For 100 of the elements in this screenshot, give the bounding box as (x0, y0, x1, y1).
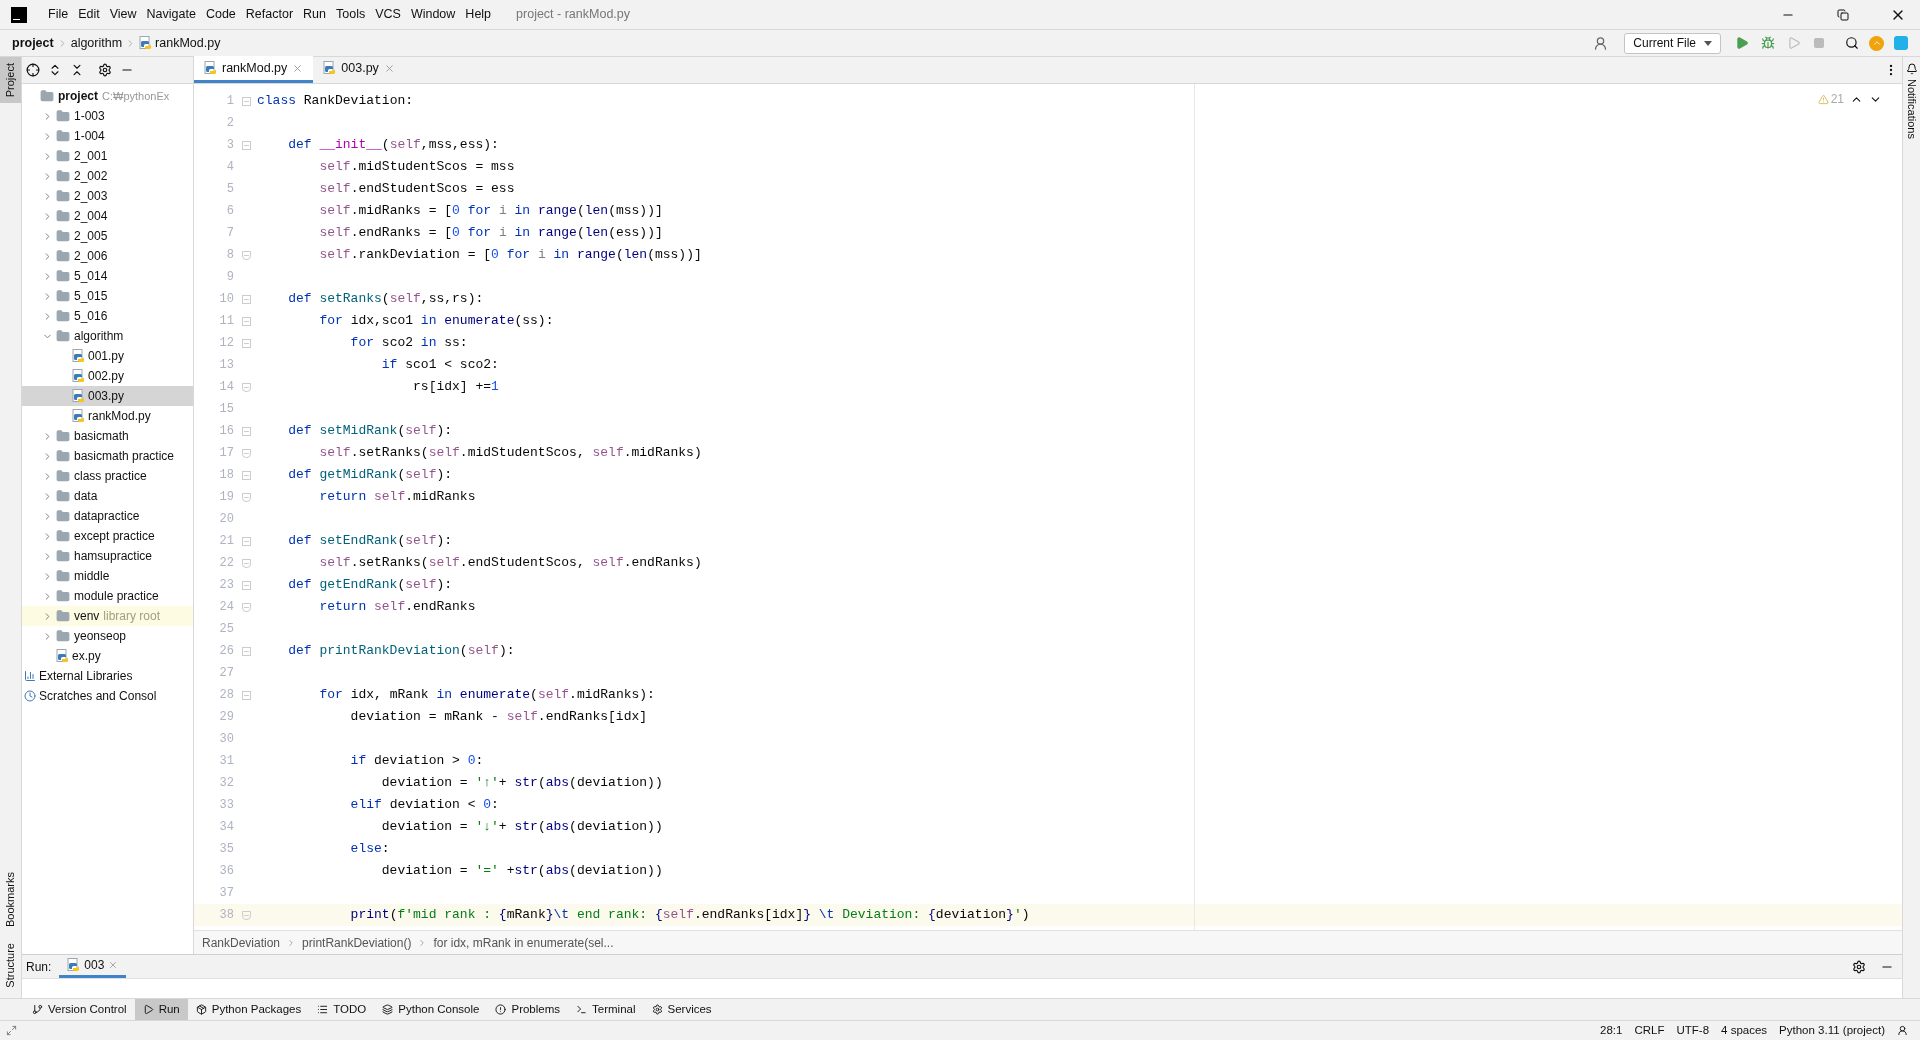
tree-item[interactable]: 2_004 (22, 206, 193, 226)
debug-icon[interactable] (1761, 36, 1775, 50)
breadcrumb-item[interactable]: project (12, 33, 54, 53)
code-breadcrumb[interactable]: printRankDeviation() (302, 933, 412, 952)
tree-item[interactable]: except practice (22, 526, 193, 546)
menu-item[interactable]: Refactor (240, 5, 299, 24)
menu-item[interactable]: Edit (73, 5, 105, 24)
run-config-dropdown[interactable]: Current File (1624, 32, 1721, 54)
fold-icon[interactable] (241, 536, 251, 546)
tree-item[interactable]: basicmath (22, 426, 193, 446)
tree-item[interactable]: 1-004 (22, 126, 193, 146)
menu-item[interactable]: Run (298, 5, 331, 24)
tree-item[interactable]: module practice (22, 586, 193, 606)
fold-icon[interactable] (241, 690, 251, 700)
fold-icon[interactable] (241, 338, 251, 348)
tool-window-button[interactable]: Problems (487, 998, 569, 1021)
user-icon[interactable] (1593, 35, 1609, 51)
status-item[interactable]: CRLF (1628, 1021, 1671, 1040)
settings-icon[interactable] (1852, 959, 1866, 974)
breadcrumb-item[interactable]: rankMod.py (155, 33, 221, 53)
status-item[interactable]: UTF-8 (1670, 1021, 1716, 1040)
tree-root[interactable]: project C:₩pythonEx (22, 86, 193, 106)
tree-item[interactable]: 5_015 (22, 286, 193, 306)
tree-item[interactable]: ex.py (22, 646, 193, 666)
fold-end-icon[interactable] (241, 250, 251, 260)
tree-item[interactable]: 1-003 (22, 106, 193, 126)
tool-window-tab[interactable]: Structure (0, 939, 21, 992)
warning-icon[interactable] (1817, 93, 1829, 105)
fold-icon[interactable] (241, 294, 251, 304)
fold-icon[interactable] (241, 316, 251, 326)
update-icon[interactable] (1869, 35, 1884, 51)
code-breadcrumb[interactable]: RankDeviation (202, 933, 281, 952)
editor-tab[interactable]: rankMod.py (194, 56, 314, 83)
settings-icon[interactable] (98, 63, 112, 77)
menu-item[interactable]: File (43, 5, 74, 24)
tree-item[interactable]: algorithm (22, 326, 193, 346)
tool-window-button[interactable]: TODO (309, 998, 375, 1021)
tree-item[interactable]: 2_001 (22, 146, 193, 166)
locate-icon[interactable] (26, 63, 40, 77)
menu-item[interactable]: Help (460, 5, 497, 24)
fold-end-icon[interactable] (241, 602, 251, 612)
tool-window-tab[interactable]: Bookmarks (0, 868, 21, 932)
menu-item[interactable]: VCS (370, 5, 406, 24)
tree-item[interactable]: middle (22, 566, 193, 586)
editor-tab[interactable]: 003.py (313, 56, 405, 83)
tool-window-button[interactable]: Run (134, 998, 188, 1021)
collapse-all-icon[interactable] (70, 63, 84, 77)
restore-icon[interactable] (1837, 8, 1849, 21)
code-breadcrumb[interactable]: for idx, mRank in enumerate(sel... (433, 933, 614, 952)
fold-end-icon[interactable] (241, 910, 251, 920)
tree-item[interactable]: External Libraries (22, 666, 193, 686)
tree-item[interactable]: 001.py (22, 346, 193, 366)
tree-item[interactable]: 2_002 (22, 166, 193, 186)
tree-item[interactable]: Scratches and Consol (22, 686, 193, 706)
project-tool-tab[interactable]: Project (0, 57, 21, 104)
tree-item[interactable]: venv library root (22, 606, 193, 626)
tree-item[interactable]: 2_003 (22, 186, 193, 206)
tool-window-button[interactable]: Services (643, 998, 720, 1021)
logo-icon[interactable] (1894, 36, 1908, 50)
search-icon[interactable] (1845, 36, 1859, 50)
tool-window-button[interactable]: Terminal (568, 998, 644, 1021)
status-item[interactable]: 4 spaces (1715, 1021, 1774, 1040)
status-item[interactable]: 28:1 (1594, 1021, 1629, 1040)
notifications-icon[interactable] (1905, 63, 1918, 75)
tree-item[interactable]: rankMod.py (22, 406, 193, 426)
fold-icon[interactable] (241, 140, 251, 150)
tool-window-button[interactable]: Python Console (374, 998, 488, 1021)
tree-item[interactable]: data (22, 486, 193, 506)
notifications-tab[interactable]: Notifications (1903, 79, 1920, 139)
tree-item[interactable]: 5_016 (22, 306, 193, 326)
fold-end-icon[interactable] (241, 448, 251, 458)
tree-item[interactable]: class practice (22, 466, 193, 486)
fold-icon[interactable] (241, 470, 251, 480)
stop-icon[interactable] (1813, 37, 1825, 49)
menu-item[interactable]: View (104, 5, 142, 24)
tool-window-button[interactable]: Python Packages (187, 998, 310, 1021)
fold-icon[interactable] (241, 580, 251, 590)
menu-item[interactable]: Tools (331, 5, 371, 24)
close-tab-icon[interactable] (108, 960, 119, 970)
tree-item[interactable]: 2_005 (22, 226, 193, 246)
menu-item[interactable]: Navigate (141, 5, 201, 24)
tree-item[interactable]: 5_014 (22, 266, 193, 286)
fold-end-icon[interactable] (241, 558, 251, 568)
status-item[interactable]: Python 3.11 (project) (1773, 1021, 1891, 1040)
tree-item[interactable]: 003.py (22, 386, 193, 406)
fold-icon[interactable] (241, 426, 251, 436)
tree-item[interactable]: hamsupractice (22, 546, 193, 566)
fold-end-icon[interactable] (241, 382, 251, 392)
tool-window-button[interactable]: Version Control (24, 998, 135, 1021)
menu-item[interactable]: Window (405, 5, 461, 24)
layout-icon[interactable] (6, 1025, 17, 1036)
fold-end-icon[interactable] (241, 492, 251, 502)
close-tab-icon[interactable] (383, 62, 395, 74)
run-icon[interactable] (1735, 36, 1749, 50)
menu-item[interactable]: Code (200, 5, 241, 24)
tree-item[interactable]: basicmath practice (22, 446, 193, 466)
tree-item[interactable]: 2_006 (22, 246, 193, 266)
tree-item[interactable]: yeonseop (22, 626, 193, 646)
tree-item[interactable]: 002.py (22, 366, 193, 386)
fold-icon[interactable] (241, 646, 251, 656)
